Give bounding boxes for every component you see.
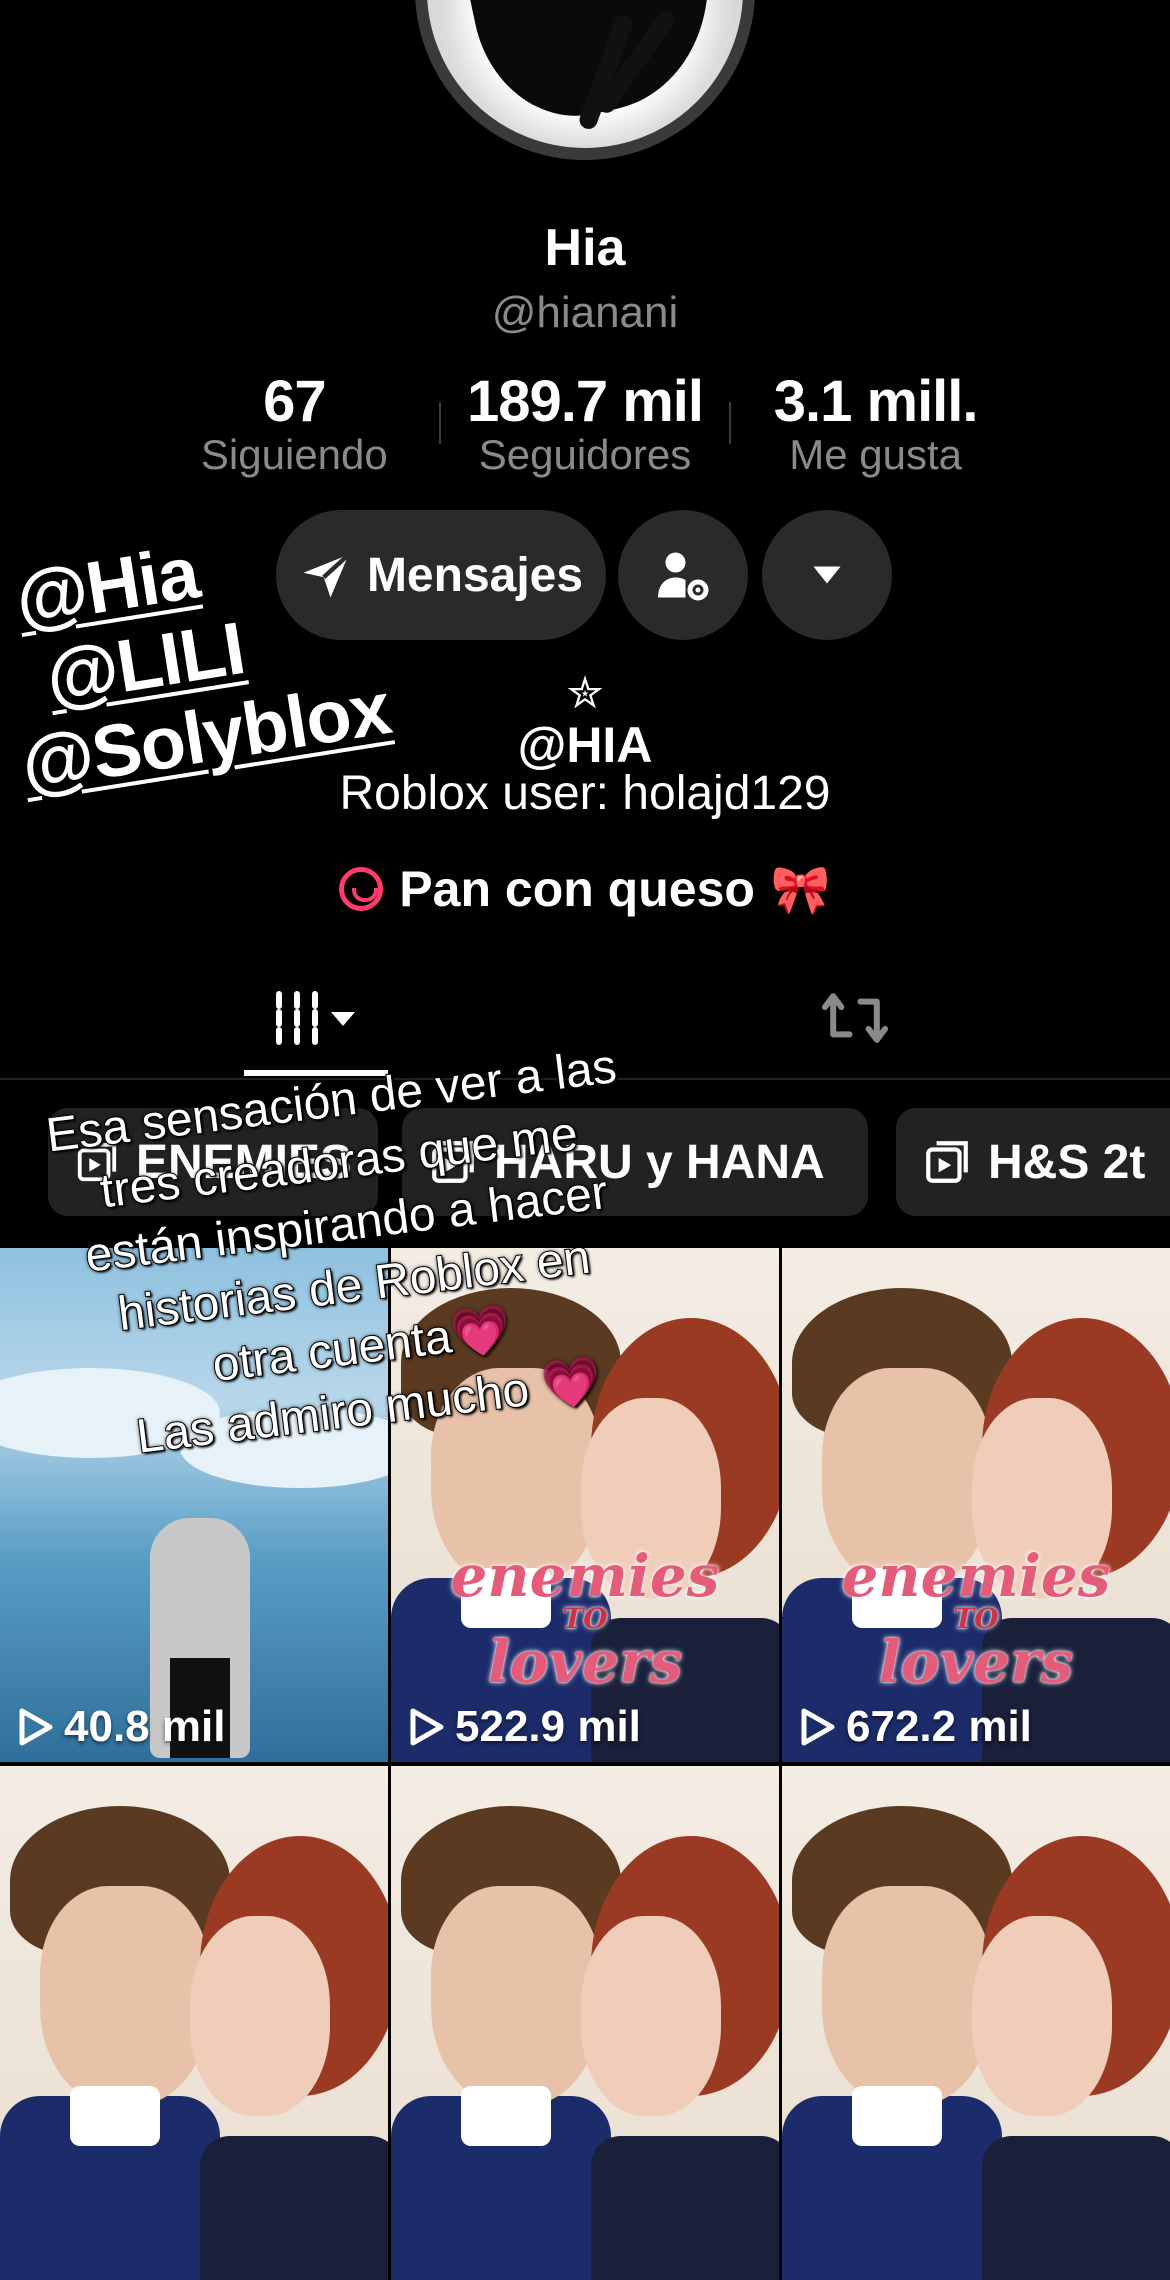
cover-title-bottom: lovers <box>878 1628 1074 1696</box>
cover-title-bottom: lovers <box>487 1628 683 1696</box>
playlist-icon <box>926 1141 968 1183</box>
cover-title-top: enemies <box>841 1542 1111 1610</box>
stat-following[interactable]: 67 Siguiendo <box>150 368 439 479</box>
view-count-text: 522.9 mil <box>455 1702 641 1751</box>
play-icon <box>19 1708 53 1746</box>
messages-label: Mensajes <box>366 548 584 602</box>
stat-likes[interactable]: 3.1 mill. Me gusta <box>731 368 1020 479</box>
user-gear-icon <box>658 552 709 601</box>
cover-title: enemies TO lovers <box>782 1547 1170 1691</box>
bio-link[interactable]: Pan con queso 🎀 <box>0 860 1170 918</box>
stat-followers[interactable]: 189.7 mil Seguidores <box>441 368 730 479</box>
stat-value: 189.7 mil <box>466 369 704 434</box>
stat-label: Seguidores <box>478 431 692 478</box>
view-count-text: 672.2 mil <box>846 1702 1032 1751</box>
video-thumbnail[interactable] <box>782 1766 1170 2280</box>
stat-label: Me gusta <box>789 431 963 478</box>
user-settings-button[interactable] <box>618 510 748 640</box>
cover-title-top: enemies <box>450 1542 720 1610</box>
repost-icon <box>822 993 888 1043</box>
tab-videos[interactable] <box>244 960 388 1076</box>
profile-name: Hia <box>544 219 626 277</box>
video-thumbnail[interactable]: enemies TO lovers 672.2 mil <box>782 1248 1170 1762</box>
grid-icon <box>276 991 355 1045</box>
stat-value: 3.1 mill. <box>773 369 979 434</box>
profile-avatar[interactable] <box>415 0 755 160</box>
chevron-down-icon <box>813 566 841 584</box>
profile-stats: 67 Siguiendo 189.7 mil Seguidores 3.1 mi… <box>150 368 1020 478</box>
link-icon <box>339 867 384 911</box>
video-thumbnail[interactable] <box>0 1766 388 2280</box>
bio-link-text: Pan con queso <box>399 861 755 917</box>
playlist-label: H&S 2t <box>988 1135 1146 1189</box>
cover-title: enemies TO lovers <box>391 1547 779 1691</box>
caption-overlay: Esa sensación de ver a las tres creadora… <box>10 1032 691 1479</box>
stat-label: Siguiendo <box>200 431 388 478</box>
view-count: 672.2 mil <box>800 1702 1032 1752</box>
view-count: 522.9 mil <box>409 1702 641 1752</box>
video-thumbnail[interactable] <box>391 1766 779 2280</box>
view-count-text: 40.8 mil <box>64 1702 226 1751</box>
more-dropdown-button[interactable] <box>762 510 892 640</box>
view-count: 40.8 mil <box>18 1702 225 1752</box>
stat-value: 67 <box>263 369 327 434</box>
playlist-chip[interactable]: H&S 2t <box>896 1108 1170 1216</box>
bow-emoji: 🎀 <box>770 863 831 917</box>
profile-handle: @hianani <box>491 288 679 337</box>
play-icon <box>801 1708 835 1746</box>
tab-reposts[interactable] <box>800 960 910 1076</box>
play-icon <box>410 1708 444 1746</box>
